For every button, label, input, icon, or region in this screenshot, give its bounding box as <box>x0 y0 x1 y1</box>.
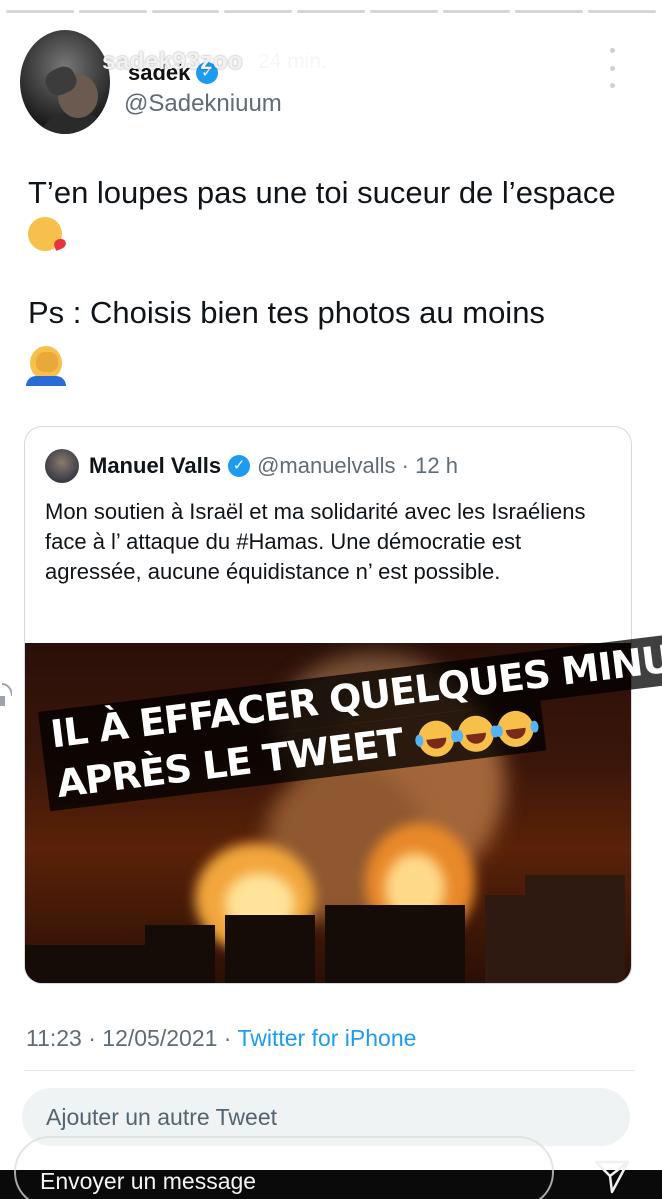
facepalm-icon <box>26 344 66 386</box>
tweet-timestamp: 11:23 · 12/05/2021 · <box>26 1025 232 1051</box>
quoted-author-name: Manuel Valls <box>89 453 222 478</box>
tweet-author-handle: @Sadekniuum <box>124 90 282 117</box>
laughing-tears-icon <box>495 708 537 749</box>
quoted-header: Manuel Valls ✓ @manuelvalls · 12 h <box>89 453 458 479</box>
laughing-tears-icon <box>456 713 497 754</box>
add-tweet-placeholder: Ajouter un autre Tweet <box>46 1104 277 1130</box>
tweet-text-1: T’en loupes pas une toi suceur de l’espa… <box>28 175 616 210</box>
tweet-text-line-1: T’en loupes pas une toi suceur de l’espa… <box>28 172 648 256</box>
quoted-author-handle: @manuelvalls · 12 h <box>257 453 458 478</box>
story-username[interactable]: sadek93zoo <box>102 48 243 76</box>
avatar[interactable] <box>20 30 110 134</box>
headphones-icon <box>0 683 12 706</box>
divider <box>24 1070 634 1071</box>
quoted-avatar <box>45 449 79 483</box>
story-timestamp: 24 min. <box>258 50 327 73</box>
send-icon[interactable] <box>592 1156 632 1196</box>
laughing-tears-icon <box>416 718 457 759</box>
kissing-face-icon <box>28 216 62 251</box>
story-progress-bar <box>6 10 657 13</box>
verified-icon: ✓ <box>228 455 251 477</box>
tweet-meta: 11:23 · 12/05/2021 · Twitter for iPhone <box>26 1025 416 1052</box>
tweet-screenshot-card: Manuel Valls ✓ @manuelvalls · 12 h Mon s… <box>0 0 662 1170</box>
story-reply-placeholder: Envoyer un message <box>40 1168 257 1194</box>
more-options-icon[interactable] <box>600 48 624 88</box>
tweet-source-link[interactable]: Twitter for iPhone <box>237 1025 416 1051</box>
tweet-text-2: Ps : Choisis bien tes photos au moins <box>28 295 545 330</box>
quoted-tweet-text: Mon soutien à Israël et ma solidarité av… <box>45 499 586 584</box>
